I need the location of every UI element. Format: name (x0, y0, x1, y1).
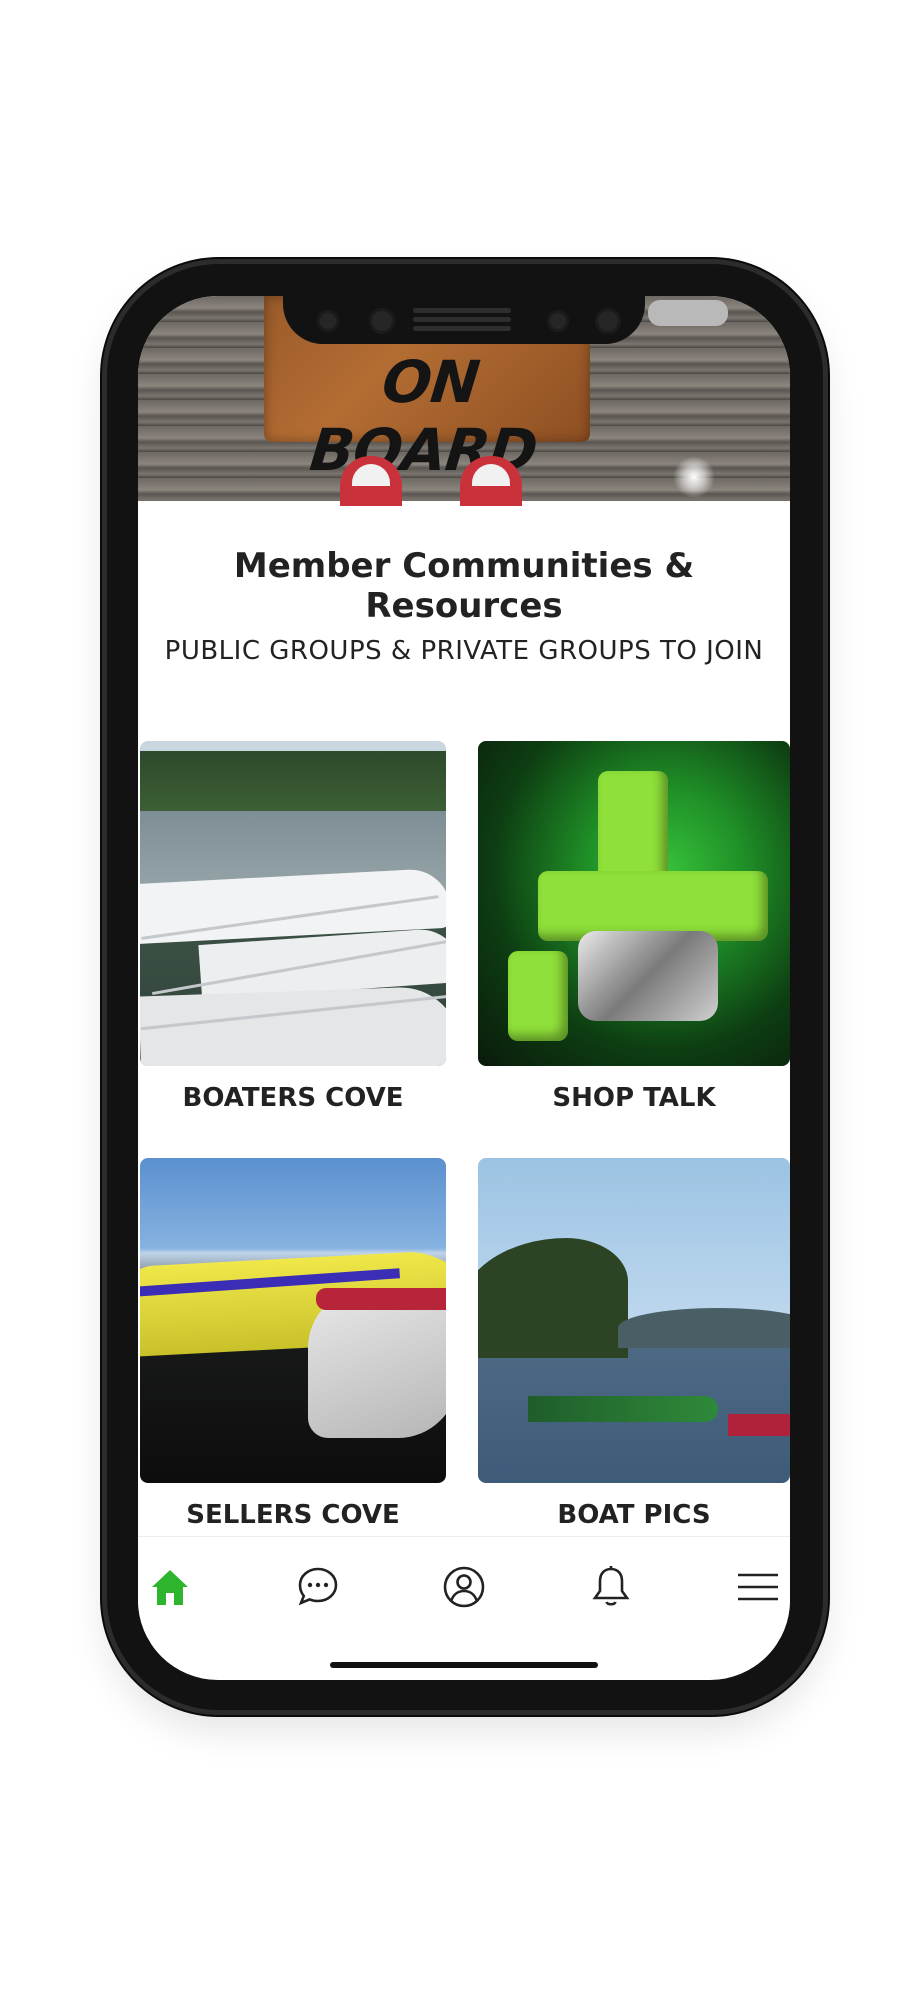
boat-pics-image (478, 1158, 790, 1483)
group-label: SHOP TALK (552, 1083, 716, 1113)
doormat-text: ON BOARD (306, 348, 541, 484)
page-title: Member Communities & Resources (233, 546, 695, 626)
phone-notch (283, 296, 645, 344)
tab-home[interactable] (140, 1557, 200, 1617)
tab-messages[interactable] (288, 1557, 348, 1617)
tab-notifications[interactable] (581, 1557, 641, 1617)
home-icon (152, 1570, 188, 1605)
profile-icon (443, 1566, 485, 1608)
group-card-boaters-cove[interactable]: BOATERS COVE (140, 741, 446, 1131)
chat-icon (298, 1567, 338, 1606)
shop-talk-image (478, 741, 790, 1066)
light-glare (673, 456, 715, 498)
group-card-shop-talk[interactable]: SHOP TALK (478, 741, 790, 1131)
sensor-dot (547, 310, 569, 332)
bottom-tab-bar (138, 1536, 790, 1637)
bell-icon (592, 1566, 630, 1606)
boaters-cove-image (140, 741, 446, 1066)
tab-menu[interactable] (728, 1557, 788, 1617)
group-card-boat-pics[interactable]: BOAT PICS (478, 1158, 790, 1548)
sneaker-right (460, 456, 522, 506)
group-label: BOATERS COVE (182, 1083, 404, 1113)
sensor-dot (317, 310, 339, 332)
group-label: BOAT PICS (557, 1500, 711, 1530)
group-card-sellers-cove[interactable]: SELLERS COVE (140, 1158, 446, 1548)
camera-dot (369, 308, 395, 334)
menu-icon (738, 1573, 778, 1601)
home-indicator[interactable] (330, 1662, 598, 1668)
group-label: SELLERS COVE (186, 1500, 400, 1530)
front-camera-dot (595, 308, 621, 334)
tab-profile[interactable] (434, 1557, 494, 1617)
sneaker-left (340, 456, 402, 506)
page-subtitle: PUBLIC GROUPS & PRIVATE GROUPS TO JOIN (164, 636, 764, 666)
phone-screen: ON BOARD Member Communities & Resources … (138, 296, 790, 1680)
earpiece-speaker (413, 304, 511, 336)
sellers-cove-image (140, 1158, 446, 1483)
dock-cleat (648, 300, 728, 326)
